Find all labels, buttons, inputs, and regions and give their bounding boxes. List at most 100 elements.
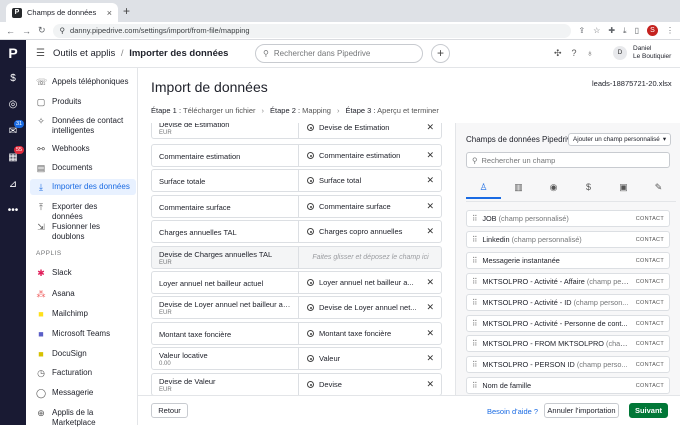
sidebar-item[interactable]: ☏ Appels téléphoniques	[30, 74, 136, 90]
remove-mapping-icon[interactable]: ✕	[426, 150, 434, 161]
url-field[interactable]: ⚲ danny.pipedrive.com/settings/import/fr…	[52, 23, 572, 38]
entity-tab[interactable]: ▣	[606, 179, 641, 199]
sidebar-app-label: Mailchimp	[52, 309, 89, 318]
remove-mapping-icon[interactable]: ✕	[426, 353, 434, 364]
remove-mapping-icon[interactable]: ✕	[426, 123, 434, 133]
browser-tab[interactable]: P Champs de données ×	[6, 3, 118, 22]
mapped-field[interactable]: Devise ✕	[298, 374, 442, 395]
sidebar-item[interactable]: ⤓ Importer des données	[30, 179, 136, 195]
add-custom-field-select[interactable]: Ajouter un champ personnalisé ▾	[568, 133, 671, 146]
browser-menu-icon[interactable]: ⋮	[666, 26, 674, 35]
deals-icon[interactable]: $	[7, 73, 19, 85]
marketplace-puzzle-icon[interactable]: ✣	[554, 48, 562, 59]
quick-add-button[interactable]: +	[431, 44, 450, 63]
browser-profile-avatar[interactable]: S	[647, 25, 658, 36]
sidebar-item[interactable]: ✧ Données de contact intelligentes	[30, 113, 136, 139]
more-icon[interactable]: •••	[7, 205, 19, 217]
field-item[interactable]: ⠿ MKTSOLPRO - FROM MKTSOLPRO (champ... CON…	[466, 335, 670, 352]
field-item[interactable]: ⠿ MKTSOLPRO - PERSON ID (champ perso... CO…	[466, 356, 670, 373]
reload-icon[interactable]: ↻	[38, 25, 46, 36]
drag-handle-icon[interactable]: ⠿	[472, 360, 477, 369]
field-item[interactable]: ⠿ MKTSOLPRO - Activité - Personne de cont…	[466, 315, 670, 332]
mapped-field[interactable]: Valeur ✕	[298, 348, 442, 369]
collapse-menu-icon[interactable]: ☰	[36, 48, 45, 59]
mapped-field[interactable]: Montant taxe foncière ✕	[298, 323, 442, 344]
remove-mapping-icon[interactable]: ✕	[426, 379, 434, 390]
sidebar-app-item[interactable]: ■ Mailchimp	[30, 306, 136, 322]
field-item[interactable]: ⠿ JOB (champ personnalisé) CONTACT	[466, 210, 670, 227]
field-target-icon	[307, 152, 314, 159]
drag-handle-icon[interactable]: ⠿	[472, 319, 477, 328]
field-search-input[interactable]: ⚲ Rechercher un champ	[466, 152, 670, 168]
mapped-field[interactable]: Commentaire estimation ✕	[298, 145, 442, 166]
sidepanel-icon[interactable]: ▯	[635, 26, 639, 35]
search-placeholder: Rechercher dans Pipedrive	[273, 49, 371, 58]
mapped-field[interactable]: Loyer annuel net bailleur a... ✕	[298, 272, 442, 293]
drop-zone[interactable]: Faites glisser et déposez le champ ici	[298, 247, 442, 268]
sidebar-app-item[interactable]: ✱ Slack	[30, 265, 136, 281]
global-search-input[interactable]: ⚲ Rechercher dans Pipedrive	[255, 44, 423, 63]
entity-tab[interactable]: ♙	[466, 179, 501, 199]
tips-bulb-icon[interactable]: ♁	[587, 48, 594, 59]
drag-handle-icon[interactable]: ⠿	[472, 381, 477, 390]
back-button[interactable]: Retour	[151, 403, 188, 418]
share-icon[interactable]: ⇪	[578, 26, 585, 35]
help-link[interactable]: Besoin d'aide ?	[487, 407, 538, 416]
help-icon[interactable]: ?	[572, 48, 577, 59]
pipedrive-logo[interactable]: P	[5, 45, 21, 61]
drag-handle-icon[interactable]: ⠿	[472, 277, 477, 286]
extensions-icon[interactable]: ✚	[608, 26, 615, 35]
sidebar-item[interactable]: ⇲ Fusionner les doublons	[30, 219, 136, 245]
mapping-row: Devise de Estimation EUR Devise de Estimat…	[151, 123, 442, 139]
sidebar-item[interactable]: ▤ Documents	[30, 160, 136, 176]
cancel-import-button[interactable]: Annuler l'importation	[544, 403, 619, 418]
remove-mapping-icon[interactable]: ✕	[426, 277, 434, 288]
mapped-field[interactable]: Commentaire surface ✕	[298, 196, 442, 217]
leads-target-icon[interactable]: ◎	[7, 99, 19, 111]
sidebar-app-item[interactable]: ◷ Facturation	[30, 365, 136, 381]
remove-mapping-icon[interactable]: ✕	[426, 302, 434, 313]
close-tab-icon[interactable]: ×	[107, 8, 112, 18]
insights-chart-icon[interactable]: ⊿	[7, 179, 19, 191]
drag-handle-icon[interactable]: ⠿	[472, 235, 477, 244]
forward-icon[interactable]: →	[22, 26, 31, 36]
mapped-field[interactable]: Devise de Estimation ✕	[298, 123, 442, 138]
mapped-field[interactable]: Charges copro annuelles ✕	[298, 221, 442, 242]
drag-handle-icon[interactable]: ⠿	[472, 214, 477, 223]
step-chevron-icon: ›	[261, 106, 265, 115]
field-item[interactable]: ⠿ Linkedin (champ personnalisé) CONTACT	[466, 231, 670, 248]
field-item[interactable]: ⠿ Messagerie instantanée CONTACT	[466, 252, 670, 269]
field-item[interactable]: ⠿ MKTSOLPRO - Activité - ID (champ person…	[466, 294, 670, 311]
mapped-field[interactable]: Surface total ✕	[298, 170, 442, 191]
bookmark-star-icon[interactable]: ☆	[593, 26, 600, 35]
remove-mapping-icon[interactable]: ✕	[426, 201, 434, 212]
drag-handle-icon[interactable]: ⠿	[472, 339, 477, 348]
entity-tab[interactable]: ✎	[641, 179, 676, 199]
breadcrumb-parent[interactable]: Outils et applis	[53, 48, 115, 59]
back-icon[interactable]: ←	[6, 26, 15, 36]
download-icon[interactable]: ⤓	[623, 26, 627, 36]
remove-mapping-icon[interactable]: ✕	[426, 328, 434, 339]
sidebar-app-item[interactable]: ■ Microsoft Teams	[30, 326, 136, 342]
sidebar-item[interactable]: ▢ Produits	[30, 94, 136, 110]
sidebar-app-item[interactable]: ◯ Messagerie	[30, 385, 136, 401]
field-item[interactable]: ⠿ Nom de famille CONTACT	[466, 377, 670, 394]
sidebar-app-item[interactable]: ■ DocuSign	[30, 346, 136, 362]
user-name[interactable]: Daniel Le Boutiquier	[633, 45, 671, 61]
sidebar-app-item[interactable]: ⊕ Applis de la Marketplace	[30, 405, 136, 431]
entity-tab[interactable]: ◉	[536, 179, 571, 199]
drag-handle-icon[interactable]: ⠿	[472, 298, 477, 307]
remove-mapping-icon[interactable]: ✕	[426, 226, 434, 237]
field-item[interactable]: ⠿ MKTSOLPRO - Activité - Affaire (champ p…	[466, 273, 670, 290]
sidebar-app-item[interactable]: ⁂ Asana	[30, 286, 136, 302]
drag-handle-icon[interactable]: ⠿	[472, 256, 477, 265]
remove-mapping-icon[interactable]: ✕	[426, 175, 434, 186]
user-avatar[interactable]: D	[613, 46, 627, 60]
sidebar-item[interactable]: ⚯ Webhooks	[30, 141, 136, 157]
new-tab-icon[interactable]: +	[123, 4, 130, 18]
mapped-field[interactable]: Devise de Loyer annuel net... ✕	[298, 297, 442, 318]
entity-tab[interactable]: ▥	[501, 179, 536, 199]
entity-tab[interactable]: $	[571, 179, 606, 199]
next-button[interactable]: Suivant	[629, 403, 668, 418]
site-info-icon[interactable]: ⚲	[60, 26, 66, 35]
